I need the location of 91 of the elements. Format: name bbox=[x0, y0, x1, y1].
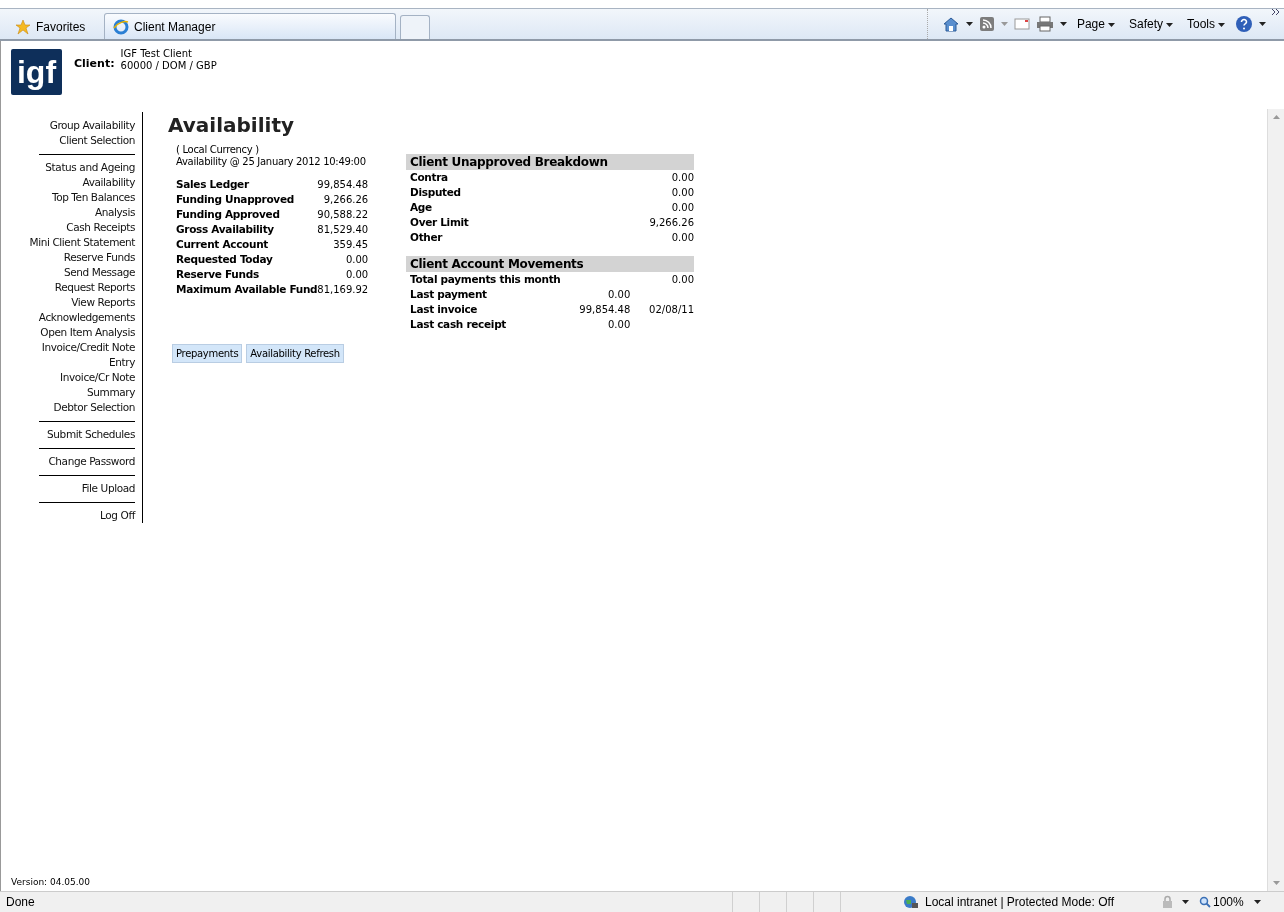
row-label: Over Limit bbox=[410, 215, 470, 230]
sidebar-link[interactable]: Status and Ageing Availability bbox=[23, 160, 135, 190]
amount: 0.00 bbox=[344, 268, 369, 282]
row-label: Funding Unapproved bbox=[176, 192, 295, 207]
sidebar-link[interactable]: Send Message bbox=[64, 265, 135, 280]
page-title: Availability bbox=[168, 113, 295, 137]
row-label: Reserve Funds bbox=[176, 267, 260, 282]
row-label: Maximum Available Fund bbox=[176, 282, 318, 297]
amount: 0.00 bbox=[670, 231, 694, 245]
sidebar-link[interactable]: Open Item Analysis bbox=[40, 325, 135, 340]
row-label: Last cash receipt bbox=[410, 317, 508, 332]
sidebar-link[interactable]: Acknowledgements bbox=[38, 310, 135, 325]
toolbar-menu[interactable]: Page bbox=[1072, 17, 1119, 31]
sidebar-link[interactable]: Debtor Selection bbox=[53, 400, 135, 415]
amount: 90,588.22 bbox=[317, 208, 369, 222]
amount: 99,854.48 bbox=[579, 304, 631, 315]
row-label: Age bbox=[410, 200, 433, 215]
caret-icon[interactable] bbox=[1253, 900, 1261, 904]
sidebar-link[interactable]: Change Password bbox=[48, 454, 135, 469]
zoom-button[interactable]: 100% bbox=[1195, 895, 1248, 909]
timestamp: Availability @ 25 January 2012 10:49:00 bbox=[176, 156, 367, 168]
help-icon[interactable] bbox=[1235, 15, 1253, 33]
sidebar-link[interactable]: Request Reports bbox=[54, 280, 135, 295]
status-text: Done bbox=[6, 895, 36, 909]
caret-icon[interactable] bbox=[1059, 22, 1067, 26]
home-icon[interactable] bbox=[941, 15, 960, 33]
favorites-button[interactable]: Favorites bbox=[6, 13, 100, 39]
caret-icon bbox=[1218, 22, 1225, 27]
row-label: Total payments this month bbox=[410, 272, 561, 287]
toolbar-menu[interactable]: Tools bbox=[1183, 17, 1229, 31]
client-label: Client: bbox=[74, 57, 115, 70]
star-icon bbox=[15, 18, 31, 35]
browser-icon bbox=[113, 18, 129, 35]
sidebar-link[interactable]: Log Off bbox=[100, 508, 135, 523]
sidebar-link[interactable]: Cash Receipts bbox=[66, 220, 135, 235]
amount: 0.00 bbox=[670, 201, 694, 215]
globe-icon bbox=[903, 894, 919, 910]
chevron-icon[interactable] bbox=[1272, 9, 1280, 15]
sidebar-link[interactable]: Reserve Funds bbox=[63, 250, 135, 265]
row-label: Current Account bbox=[176, 237, 270, 252]
row-label: Contra bbox=[410, 170, 449, 185]
sidebar-link[interactable]: Invoice/Cr Note Summary bbox=[23, 370, 135, 400]
sidebar-link[interactable]: View Reports bbox=[71, 295, 135, 310]
magnifier-icon bbox=[1199, 896, 1211, 908]
caret-icon[interactable] bbox=[965, 22, 973, 26]
mail-icon[interactable] bbox=[1013, 17, 1030, 31]
client-code: 60000 / DOM / GBP bbox=[120, 60, 217, 72]
sidebar-link[interactable]: Top Ten Balances Analysis bbox=[23, 190, 135, 220]
date: 02/08/11 bbox=[649, 304, 694, 315]
amount: 99,854.48 bbox=[317, 178, 369, 192]
printer-icon[interactable] bbox=[1035, 16, 1054, 32]
version-text: Version: 04.05.00 bbox=[11, 877, 92, 889]
row-label: Requested Today bbox=[176, 252, 274, 267]
action-button[interactable]: Prepayments bbox=[172, 344, 243, 363]
sidebar-link[interactable]: Submit Schedules bbox=[47, 427, 135, 442]
amount: 9,266.26 bbox=[322, 193, 369, 207]
amount: 0.00 bbox=[608, 319, 631, 330]
currency-note: ( Local Currency ) bbox=[176, 144, 260, 156]
section-header: Client Account Movements bbox=[406, 256, 694, 272]
caret-icon bbox=[1166, 22, 1173, 27]
sidebar-link[interactable]: Invoice/Credit Note Entry bbox=[23, 340, 135, 370]
amount: 9,266.26 bbox=[648, 216, 694, 230]
amount: 359.45 bbox=[332, 238, 369, 252]
toolbar-menu[interactable]: Safety bbox=[1124, 17, 1177, 31]
row-label: Funding Approved bbox=[176, 207, 318, 222]
logo: igf bbox=[11, 49, 62, 95]
amount: 0.00 bbox=[670, 171, 694, 185]
browser-tab[interactable]: Client Manager bbox=[104, 13, 396, 39]
amount: 81,529.40 bbox=[317, 223, 369, 237]
action-button[interactable]: Availability Refresh bbox=[246, 344, 344, 363]
row-label: Gross Availability bbox=[176, 222, 318, 237]
sidebar-link[interactable]: Group Availability Client Selection bbox=[23, 118, 135, 148]
caret-icon bbox=[1107, 22, 1115, 27]
sidebar-link[interactable]: File Upload bbox=[81, 481, 135, 496]
row-label: Other bbox=[410, 230, 444, 245]
sidebar-link[interactable]: Mini Client Statement bbox=[29, 235, 135, 250]
feed-icon[interactable] bbox=[978, 16, 995, 32]
security-zone: Local intranet | Protected Mode: Off bbox=[925, 895, 1114, 909]
amount: 0.00 bbox=[671, 274, 694, 285]
caret-icon[interactable] bbox=[1259, 22, 1266, 26]
row-label: Last payment bbox=[410, 287, 488, 302]
amount: 0.00 bbox=[670, 186, 694, 200]
amount: 0.00 bbox=[344, 253, 369, 267]
caret-icon[interactable] bbox=[1182, 900, 1189, 904]
client-name: IGF Test Client bbox=[120, 48, 193, 60]
amount: 0.00 bbox=[608, 289, 631, 300]
amount: 81,169.92 bbox=[317, 283, 369, 297]
section-header: Client Unapproved Breakdown bbox=[406, 154, 694, 170]
row-label: Sales Ledger bbox=[176, 177, 318, 192]
row-label: Last invoice bbox=[410, 302, 479, 317]
row-label: Disputed bbox=[410, 185, 462, 200]
